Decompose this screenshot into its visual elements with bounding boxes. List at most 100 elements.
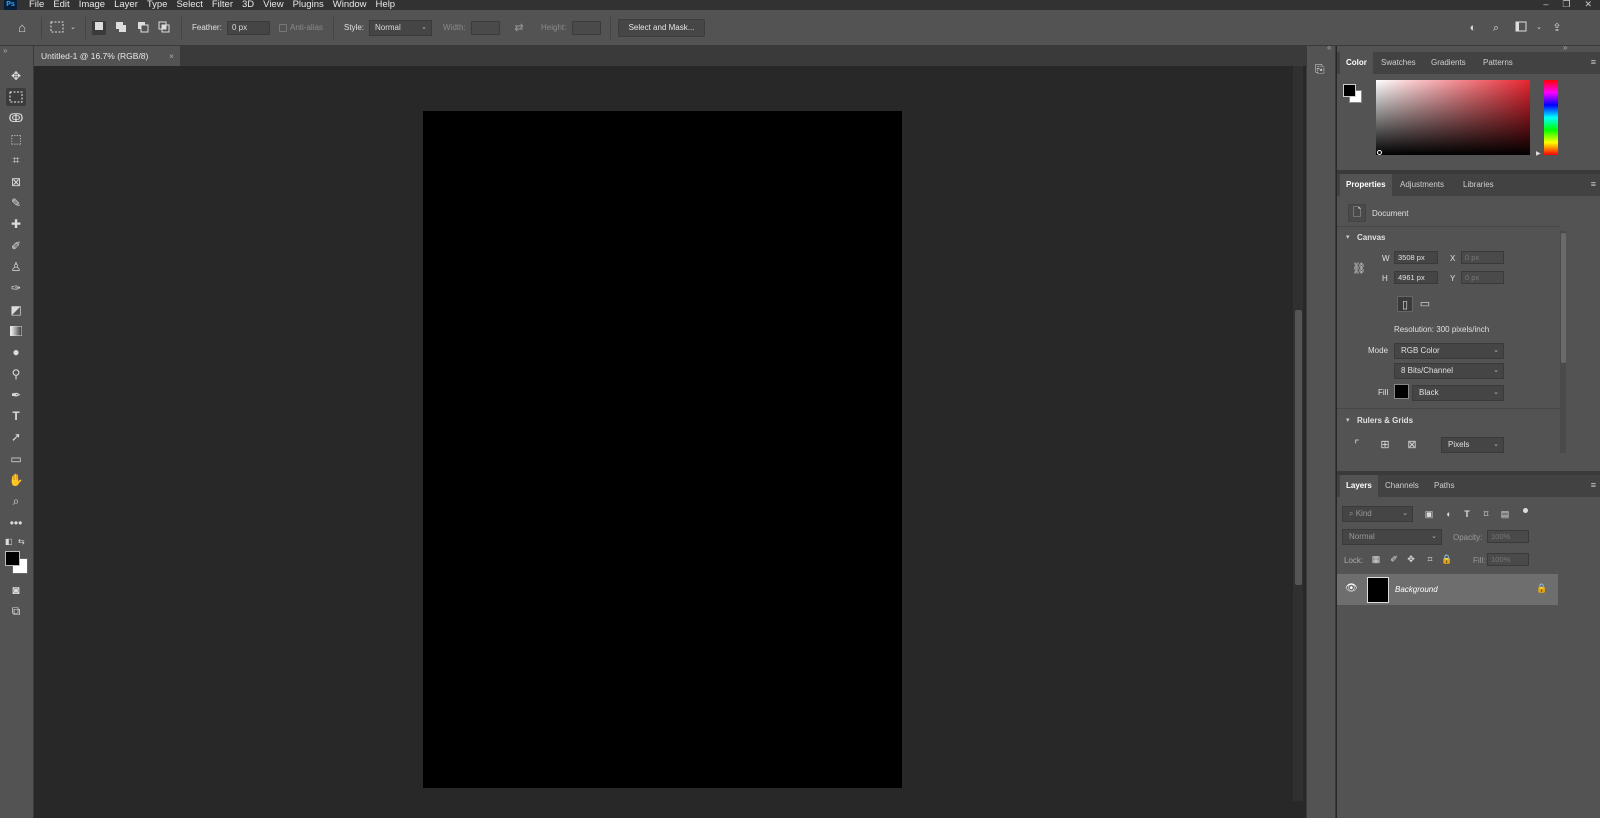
- menu-help[interactable]: Help: [376, 0, 396, 10]
- color-panel-foreground-swatch[interactable]: [1343, 84, 1356, 97]
- menu-image[interactable]: Image: [79, 0, 105, 10]
- healing-brush-tool-icon[interactable]: ✚: [6, 215, 26, 233]
- tab-channels[interactable]: Channels: [1379, 475, 1425, 497]
- canvas-area[interactable]: [34, 66, 1306, 818]
- quick-mask-icon[interactable]: ◙: [6, 581, 26, 599]
- portrait-orientation-icon[interactable]: ▯: [1397, 296, 1413, 312]
- lock-all-icon[interactable]: 🔒: [1439, 551, 1455, 567]
- tab-adjustments[interactable]: Adjustments: [1394, 174, 1450, 196]
- panel-menu-icon[interactable]: ≡: [1591, 58, 1596, 67]
- hue-slider[interactable]: [1544, 80, 1558, 155]
- cloud-user-icon[interactable]: ◐: [1466, 21, 1480, 35]
- rectangle-tool-icon[interactable]: ▭: [6, 450, 26, 468]
- home-icon[interactable]: ⌂: [15, 21, 29, 35]
- chevron-down-icon[interactable]: ▾: [1346, 416, 1350, 424]
- history-brush-tool-icon[interactable]: ✑: [6, 279, 26, 297]
- panel-menu-icon[interactable]: ≡: [1591, 180, 1596, 189]
- layer-filter-dropdown[interactable]: ⌕ Kind ⌄: [1342, 506, 1413, 522]
- path-selection-tool-icon[interactable]: ➚: [6, 428, 26, 446]
- canvas-height-input[interactable]: 4961 px: [1394, 271, 1438, 284]
- frame-tool-icon[interactable]: ⊠: [6, 173, 26, 191]
- menu-edit[interactable]: Edit: [53, 0, 69, 10]
- close-tab-icon[interactable]: ×: [169, 46, 174, 66]
- height-input[interactable]: [572, 21, 601, 35]
- opacity-input[interactable]: 100%: [1487, 530, 1529, 543]
- intersect-selection-icon[interactable]: [157, 21, 171, 35]
- select-and-mask-button[interactable]: Select and Mask...: [618, 19, 705, 37]
- menu-filter[interactable]: Filter: [212, 0, 233, 10]
- menu-file[interactable]: File: [29, 0, 44, 10]
- lock-transparent-pixels-icon[interactable]: ▦: [1368, 551, 1384, 567]
- document-canvas[interactable]: [423, 111, 902, 788]
- filter-toggle-icon[interactable]: [1523, 508, 1528, 513]
- default-colors-icon[interactable]: ◧: [5, 537, 13, 546]
- menu-type[interactable]: Type: [147, 0, 168, 10]
- move-tool-icon[interactable]: ✥: [6, 67, 26, 85]
- filter-shape-layers-icon[interactable]: ⌑: [1478, 506, 1494, 522]
- object-selection-tool-icon[interactable]: ⬚: [6, 130, 26, 148]
- gradient-tool-icon[interactable]: [6, 322, 26, 340]
- rectangular-marquee-preset-icon[interactable]: [50, 21, 64, 35]
- swap-colors-icon[interactable]: ⇆: [18, 537, 25, 546]
- subtract-from-selection-icon[interactable]: [136, 21, 150, 35]
- share-icon[interactable]: ⇪: [1550, 21, 1564, 35]
- lock-position-icon[interactable]: ✥: [1403, 551, 1419, 567]
- pen-tool-icon[interactable]: ✒: [6, 386, 26, 404]
- restore-icon[interactable]: ❐: [1562, 0, 1570, 9]
- properties-scrollbar[interactable]: [1560, 231, 1566, 453]
- hand-tool-icon[interactable]: ✋: [6, 471, 26, 489]
- rectangular-marquee-tool-icon[interactable]: [6, 88, 26, 106]
- more-tools-icon[interactable]: •••: [6, 514, 26, 532]
- rulers-icon[interactable]: ⌜: [1349, 437, 1365, 453]
- collapse-panels-icon[interactable]: »: [1563, 43, 1567, 52]
- filter-smart-objects-icon[interactable]: ▤: [1497, 506, 1513, 522]
- screen-mode-icon[interactable]: ⧉: [6, 602, 26, 620]
- tab-gradients[interactable]: Gradients: [1425, 52, 1472, 74]
- workspace-icon[interactable]: [1514, 21, 1528, 35]
- foreground-color-swatch[interactable]: [5, 551, 20, 566]
- filter-type-layers-icon[interactable]: T: [1459, 506, 1475, 522]
- tab-layers[interactable]: Layers: [1340, 475, 1378, 497]
- eyedropper-tool-icon[interactable]: ✎: [6, 194, 26, 212]
- add-to-selection-icon[interactable]: [114, 21, 128, 35]
- brush-tool-icon[interactable]: ✐: [6, 237, 26, 255]
- menu-view[interactable]: View: [263, 0, 283, 10]
- zoom-tool-icon[interactable]: ⌕: [6, 492, 26, 510]
- guides-icon[interactable]: ⊠: [1404, 437, 1420, 453]
- layer-name[interactable]: Background: [1395, 585, 1438, 594]
- close-icon[interactable]: ✕: [1584, 0, 1592, 9]
- new-selection-icon[interactable]: [92, 21, 106, 35]
- layer-fill-input[interactable]: 100%: [1487, 553, 1529, 566]
- menu-window[interactable]: Window: [333, 0, 367, 10]
- grid-icon[interactable]: ⊞: [1377, 437, 1393, 453]
- dodge-tool-icon[interactable]: ⚲: [6, 365, 26, 383]
- style-dropdown[interactable]: Normal ⌄: [369, 20, 432, 36]
- scrollbar-thumb[interactable]: [1561, 233, 1566, 363]
- crop-tool-icon[interactable]: ⌗: [6, 151, 26, 169]
- tab-patterns[interactable]: Patterns: [1477, 52, 1519, 74]
- chevron-down-icon[interactable]: ▾: [1346, 233, 1350, 241]
- collapse-panel-icon[interactable]: »: [3, 46, 7, 55]
- color-picker-cursor[interactable]: [1377, 150, 1382, 155]
- tab-properties[interactable]: Properties: [1340, 174, 1392, 196]
- minimize-icon[interactable]: –: [1543, 0, 1548, 9]
- chevron-down-icon[interactable]: ⌄: [1532, 21, 1546, 35]
- bit-depth-dropdown[interactable]: 8 Bits/Channel ⌄: [1394, 363, 1504, 379]
- swap-dimensions-icon[interactable]: ⇄: [512, 21, 526, 35]
- menu-select[interactable]: Select: [176, 0, 202, 10]
- tab-paths[interactable]: Paths: [1428, 475, 1460, 497]
- collapse-dock-icon[interactable]: «: [1327, 43, 1331, 52]
- scrollbar-thumb[interactable]: [1295, 310, 1302, 585]
- eraser-tool-icon[interactable]: ◩: [6, 301, 26, 319]
- blur-tool-icon[interactable]: ●: [6, 343, 26, 361]
- link-icon[interactable]: ⛓: [1351, 261, 1367, 277]
- canvas-y-input[interactable]: 0 px: [1461, 271, 1504, 284]
- clone-stamp-tool-icon[interactable]: ♙: [6, 258, 26, 276]
- feather-input[interactable]: 0 px: [227, 21, 270, 35]
- color-field[interactable]: [1376, 80, 1530, 155]
- lock-artboard-icon[interactable]: ⌗: [1422, 551, 1438, 567]
- landscape-orientation-icon[interactable]: ▭: [1417, 296, 1433, 312]
- hue-slider-handle-icon[interactable]: ▶: [1536, 150, 1541, 157]
- type-tool-icon[interactable]: T: [6, 407, 26, 425]
- menu-3d[interactable]: 3D: [242, 0, 254, 10]
